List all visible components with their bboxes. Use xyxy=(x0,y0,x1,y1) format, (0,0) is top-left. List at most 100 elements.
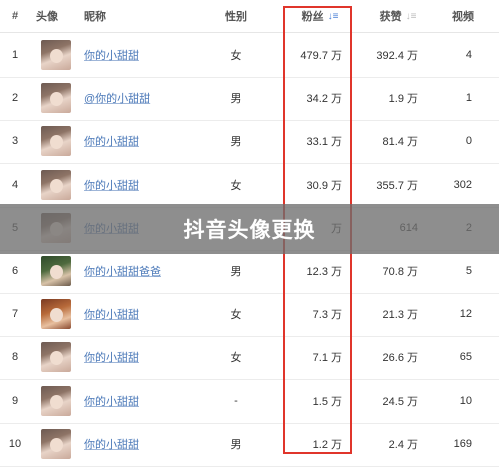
gender-cell: 男 xyxy=(230,438,242,451)
gender-cell: 女 xyxy=(230,309,242,322)
table-row: 10 你的小甜甜 男 1.2 万 2.4 万 169 xyxy=(0,422,499,467)
table-row: 1 你的小甜甜 女 479.7 万 392.4 万 4 xyxy=(0,33,499,78)
header-likes[interactable]: 获赞 ↓≡ xyxy=(368,0,428,32)
nickname-cell: 你的小甜甜 xyxy=(84,335,214,379)
avatar[interactable] xyxy=(41,126,71,157)
fans-cell: 7.3 万 xyxy=(312,309,342,322)
overlay-banner: 抖音头像更换 xyxy=(0,204,499,254)
gender-cell: - xyxy=(234,394,238,407)
videos-cell: 10 xyxy=(459,394,472,407)
avatar[interactable] xyxy=(41,428,71,459)
rank-cell: 4 xyxy=(11,178,19,191)
nickname-link[interactable]: 你的小甜甜爸爸 xyxy=(84,263,161,279)
fans-cell: 33.1 万 xyxy=(306,136,342,149)
gender-cell: 男 xyxy=(230,266,242,278)
nickname-link[interactable]: 你的小甜甜 xyxy=(84,306,139,322)
gender-cell: 女 xyxy=(230,50,242,62)
nickname-cell: 你的小甜甜 xyxy=(84,292,214,336)
videos-cell: 65 xyxy=(459,351,472,364)
avatar[interactable] xyxy=(41,256,71,286)
nickname-cell: 你的小甜甜 xyxy=(84,33,214,77)
avatar[interactable] xyxy=(41,385,71,416)
nickname-link[interactable]: 你的小甜甜 xyxy=(84,177,139,193)
avatar[interactable] xyxy=(41,169,71,200)
gender-cell: 女 xyxy=(230,179,242,192)
header-avatar: 头像 xyxy=(36,11,58,23)
table-row: 7 你的小甜甜 女 7.3 万 21.3 万 12 xyxy=(0,292,499,338)
nickname-cell: 你的小甜甜爸爸 xyxy=(84,249,214,293)
avatar-cell xyxy=(36,292,76,336)
videos-cell: 5 xyxy=(465,265,472,277)
table-row: 4 你的小甜甜 女 30.9 万 355.7 万 302 xyxy=(0,163,499,208)
nickname-link[interactable]: @你的小甜甜 xyxy=(84,90,150,106)
avatar-cell xyxy=(36,335,76,379)
likes-cell: 81.4 万 xyxy=(382,136,418,149)
gender-cell: 男 xyxy=(230,136,242,149)
likes-cell: 1.9 万 xyxy=(388,93,418,106)
avatar-cell xyxy=(36,76,76,120)
rank-cell: 7 xyxy=(11,308,19,321)
sort-icon[interactable]: ↓≡ xyxy=(406,11,417,22)
sort-desc-icon[interactable]: ↓≡ xyxy=(328,11,339,22)
nickname-cell: 你的小甜甜 xyxy=(84,163,214,207)
likes-cell: 392.4 万 xyxy=(376,50,418,62)
likes-cell: 70.8 万 xyxy=(382,266,418,278)
gender-cell: 女 xyxy=(230,352,242,365)
videos-cell: 12 xyxy=(459,308,472,321)
banner-title: 抖音头像更换 xyxy=(183,219,316,242)
nickname-link[interactable]: 你的小甜甜 xyxy=(84,393,139,409)
nickname-cell: @你的小甜甜 xyxy=(84,76,214,120)
table-row: 6 你的小甜甜爸爸 男 12.3 万 70.8 万 5 xyxy=(0,249,499,294)
nickname-cell: 你的小甜甜 xyxy=(84,119,214,163)
avatar[interactable] xyxy=(41,40,71,70)
videos-cell: 4 xyxy=(465,49,472,61)
table-row: 3 你的小甜甜 男 33.1 万 81.4 万 0 xyxy=(0,119,499,165)
avatar-cell xyxy=(36,422,76,466)
table-row: 8 你的小甜甜 女 7.1 万 26.6 万 65 xyxy=(0,335,499,381)
table-row: 9 你的小甜甜 - 1.5 万 24.5 万 10 xyxy=(0,379,499,424)
fans-cell: 1.5 万 xyxy=(312,395,342,408)
nickname-link[interactable]: 你的小甜甜 xyxy=(84,47,139,63)
header-fans[interactable]: 粉丝 ↓≡ xyxy=(292,0,348,32)
fans-cell: 479.7 万 xyxy=(300,50,342,62)
nickname-cell: 你的小甜甜 xyxy=(84,379,214,423)
rank-cell: 3 xyxy=(11,135,19,148)
rank-cell: 6 xyxy=(11,265,19,277)
header-fans-label: 粉丝 xyxy=(301,11,324,23)
rank-cell: 8 xyxy=(11,351,19,364)
likes-cell: 2.4 万 xyxy=(388,438,418,451)
rank-cell: 9 xyxy=(11,394,19,407)
fans-cell: 12.3 万 xyxy=(306,266,342,278)
avatar[interactable] xyxy=(41,299,71,330)
gender-cell: 男 xyxy=(230,93,242,106)
avatar-cell xyxy=(36,379,76,423)
videos-cell: 0 xyxy=(465,135,472,148)
fans-cell: 34.2 万 xyxy=(306,93,342,106)
likes-cell: 355.7 万 xyxy=(376,179,418,192)
fans-cell: 1.2 万 xyxy=(312,438,342,451)
nickname-cell: 你的小甜甜 xyxy=(84,422,214,466)
nickname-link[interactable]: 你的小甜甜 xyxy=(84,349,139,365)
header-likes-label: 获赞 xyxy=(379,11,402,23)
avatar[interactable] xyxy=(41,342,71,373)
videos-cell: 169 xyxy=(453,437,472,450)
rank-cell: 2 xyxy=(11,92,19,105)
avatar-cell xyxy=(36,163,76,207)
table-row: 2 @你的小甜甜 男 34.2 万 1.9 万 1 xyxy=(0,76,499,122)
likes-cell: 21.3 万 xyxy=(382,309,418,322)
avatar[interactable] xyxy=(41,83,71,114)
fans-cell: 7.1 万 xyxy=(312,352,342,365)
likes-cell: 26.6 万 xyxy=(382,352,418,365)
avatar-cell xyxy=(36,249,76,293)
nickname-link[interactable]: 你的小甜甜 xyxy=(84,436,139,452)
fans-cell: 30.9 万 xyxy=(306,179,342,192)
rank-cell: 10 xyxy=(8,437,22,450)
header-nickname: 昵称 xyxy=(84,11,106,23)
avatar-cell xyxy=(36,33,76,77)
header-videos: 视频 xyxy=(452,11,474,23)
table-header: # 头像 昵称 性别 粉丝 ↓≡ 获赞 ↓≡ 视频 xyxy=(0,0,499,33)
avatar-cell xyxy=(36,119,76,163)
videos-cell: 302 xyxy=(453,178,472,191)
header-rank: # xyxy=(11,10,19,22)
nickname-link[interactable]: 你的小甜甜 xyxy=(84,133,139,149)
